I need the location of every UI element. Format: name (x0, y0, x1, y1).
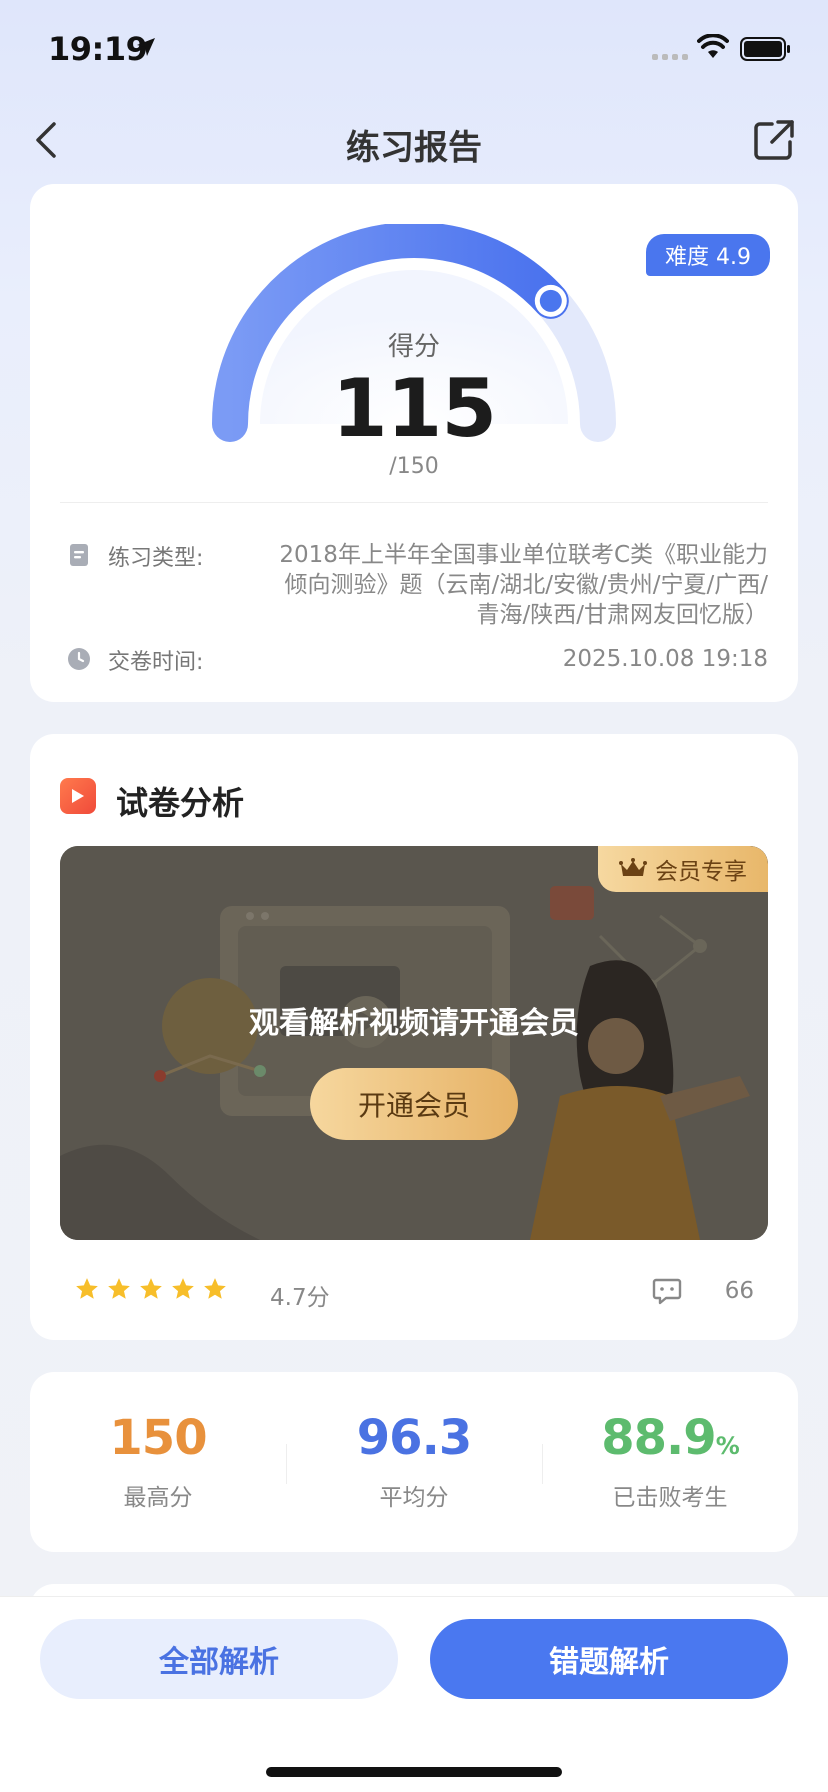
max-score-value: 150 (109, 1410, 207, 1466)
stat-max: 150 最高分 (30, 1410, 286, 1512)
stat-beaten: 88.9% 已击败考生 (542, 1410, 798, 1512)
location-arrow-icon (137, 38, 155, 56)
wifi-icon (697, 34, 729, 58)
vip-exclusive-tag: 会员专享 (598, 846, 768, 892)
analysis-video[interactable]: 会员专享 观看解析视频请开通会员 开通会员 (60, 846, 768, 1240)
score-card: 难度 4.9 得分 115 /150 练习类型: 2018年上半年全国事业单位联… (30, 184, 798, 702)
beaten-number: 88.9 (601, 1410, 716, 1466)
star-icon (76, 1278, 98, 1299)
video-thumbnail-illustration (60, 846, 768, 1240)
all-analysis-button[interactable]: 全部解析 (40, 1619, 398, 1699)
rating-stars (74, 1276, 228, 1302)
video-prompt: 观看解析视频请开通会员 (249, 1006, 579, 1041)
clock-icon (68, 648, 90, 670)
percent-sign: % (715, 1432, 740, 1460)
star-icon (172, 1278, 194, 1299)
document-icon (70, 544, 88, 566)
nav-bar: 练习报告 (0, 110, 828, 170)
comment-icon[interactable] (652, 1276, 682, 1306)
share-icon (754, 120, 794, 160)
page-title: 练习报告 (346, 128, 482, 168)
comment-count[interactable]: 66 (725, 1278, 754, 1304)
gauge-indicator-dot (534, 284, 567, 317)
submit-time-label: 交卷时间: (108, 650, 204, 675)
bottom-action-bar: 全部解析 错题解析 (0, 1596, 828, 1792)
cellular-signal-icon (652, 54, 688, 60)
star-icon (108, 1278, 130, 1299)
average-score-value: 96.3 (356, 1410, 472, 1466)
star-icon (140, 1278, 162, 1299)
home-indicator[interactable] (266, 1767, 562, 1777)
rating-score: 4.7分 (270, 1285, 330, 1311)
open-vip-button[interactable]: 开通会员 (310, 1068, 518, 1140)
rating-row: 4.7分 66 (74, 1272, 754, 1312)
score-value: 115 (332, 362, 497, 455)
submit-time-value: 2025.10.08 19:18 (562, 646, 768, 672)
vip-tag-label: 会员专享 (655, 859, 747, 885)
divider (60, 502, 768, 503)
practice-type-value: 2018年上半年全国事业单位联考C类《职业能力倾向测验》题（云南/湖北/安徽/贵… (279, 542, 768, 628)
submit-time-row: 交卷时间: 2025.10.08 19:18 (68, 644, 768, 684)
beaten-percent-value: 88.9% (542, 1410, 798, 1466)
score-total: /150 (389, 454, 439, 479)
stats-card: 150 最高分 96.3 平均分 88.9% 已击败考生 (30, 1372, 798, 1552)
max-score-label: 最高分 (123, 1485, 193, 1511)
section-title: 试卷分析 (116, 784, 245, 822)
status-time: 19:19 (48, 30, 148, 68)
status-bar: 19:19 (0, 0, 828, 100)
crown-icon (619, 858, 647, 876)
paper-analysis-card: 试卷分析 会员专享 观看解析视频请开通会员 开通会员 4.7分 66 (30, 734, 798, 1340)
score-label: 得分 (387, 332, 440, 362)
star-icon (204, 1278, 226, 1299)
video-play-icon (60, 778, 96, 814)
stat-average: 96.3 平均分 (286, 1410, 542, 1512)
beaten-label: 已击败考生 (612, 1485, 728, 1511)
share-button[interactable] (752, 118, 796, 162)
battery-icon (740, 37, 790, 61)
difficulty-badge: 难度 4.9 (646, 234, 770, 276)
practice-type-label: 练习类型: (108, 546, 204, 571)
wrong-analysis-button[interactable]: 错题解析 (430, 1619, 788, 1699)
practice-type-row: 练习类型: 2018年上半年全国事业单位联考C类《职业能力倾向测验》题（云南/湖… (68, 540, 768, 640)
average-score-label: 平均分 (379, 1485, 449, 1511)
